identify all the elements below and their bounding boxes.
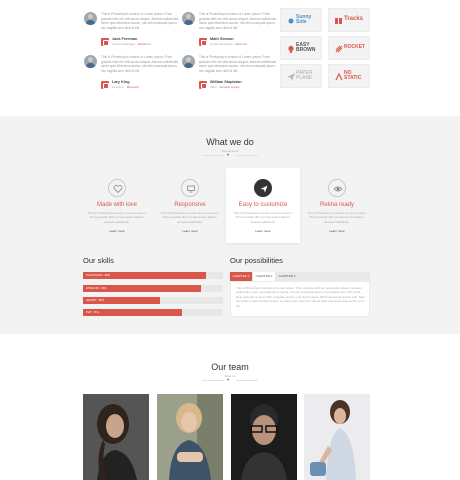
avatar	[182, 12, 195, 25]
skill-bar: JQUERY - 55%	[83, 297, 223, 304]
skill-label: PHP - 71%	[86, 311, 99, 314]
heart-icon: ♥	[227, 377, 230, 382]
service-desc: This is Photoshop's version of Lorem Ips…	[233, 211, 293, 224]
testimonial-role: Designer · Microsoft	[112, 85, 139, 89]
service-desc: This is Photoshop's version of Lorem Ips…	[87, 211, 147, 224]
client-logo-no-static[interactable]: NO STATIC	[328, 64, 370, 88]
avatar	[84, 55, 97, 68]
monitor-icon	[181, 179, 199, 197]
tab-chapter-1[interactable]: CHAPTER 1	[230, 272, 252, 281]
testimonial-role: Ocean Marketpie · Ease Tel	[210, 42, 247, 46]
skills-title: Our skills	[83, 256, 114, 265]
paper-plane-icon	[254, 179, 272, 197]
person-icon	[101, 38, 109, 46]
logo-text: BROWN	[296, 47, 316, 54]
tracks-icon	[335, 18, 342, 24]
heart-icon: ♥	[227, 152, 230, 157]
learn-more-link[interactable]: Learn more	[80, 229, 154, 233]
testimonial-role: General Manager · Model Co	[112, 42, 151, 46]
testimonial-quote: This is Photoshop's version of Lorem Ips…	[101, 12, 179, 30]
logo-text: STATIC	[344, 75, 362, 82]
section-subtitle: Our services	[221, 149, 239, 153]
learn-more-link[interactable]: Learn more	[153, 229, 227, 233]
bulb-icon	[288, 45, 294, 53]
skill-bar: HTML/CSS - 84%	[83, 285, 223, 292]
service-title: Responsive	[174, 202, 206, 208]
testimonial-name: William Stapleton	[210, 80, 242, 84]
client-logo-sunny-side[interactable]: Sunny Side	[280, 8, 322, 32]
service-title: Easy to customize	[238, 202, 288, 208]
service-title: Made with love	[96, 202, 138, 208]
skill-label: HTML/CSS - 84%	[86, 287, 107, 290]
testimonial-name: Math Simson	[210, 37, 234, 41]
tab-chapter-2[interactable]: CHAPTER 2	[253, 272, 275, 281]
logo-text: PLANE	[296, 75, 313, 82]
team-member-photo[interactable]	[304, 394, 370, 480]
eye-icon	[328, 179, 346, 197]
logo-text: ROCKET	[344, 44, 366, 50]
skill-bar: PHP - 71%	[83, 309, 223, 316]
service-easy-to-customize[interactable]: Easy to customize This is Photoshop's ve…	[226, 168, 300, 243]
tab-content-text: This is Photoshop's version of Lorem Ips…	[236, 286, 366, 308]
service-desc: This is Photoshop's version of Lorem Ips…	[160, 211, 220, 224]
sun-icon	[288, 18, 294, 24]
team-member-photo[interactable]	[157, 394, 223, 480]
client-logo-paper-plane[interactable]: PAPER PLANE	[280, 64, 322, 88]
person-icon	[199, 81, 207, 89]
client-logo-rocket[interactable]: ROCKET	[328, 36, 370, 60]
testimonial-name: Jack Freeman	[112, 37, 138, 41]
service-title: Retina ready	[319, 202, 355, 208]
no-static-icon	[335, 73, 343, 81]
rocket-icon	[335, 45, 343, 53]
service-retina-ready[interactable]: Retina ready This is Photoshop's version…	[300, 168, 374, 243]
heart-divider: ♥	[200, 377, 260, 383]
client-logo-easy-brown[interactable]: EASY BROWN	[280, 36, 322, 60]
possibilities-title: Our possibilities	[230, 256, 283, 265]
possibilities-tabs: CHAPTER 1 CHAPTER 2 CHAPTER 3	[230, 272, 370, 281]
heart-icon	[108, 179, 126, 197]
avatar	[182, 55, 195, 68]
skill-bar: PHOTOSHOP - 88%	[83, 272, 223, 279]
section-title: What we do	[206, 137, 254, 147]
team-member-photo[interactable]	[231, 394, 297, 480]
paper-plane-icon	[287, 73, 295, 81]
testimonial-name: Lary King	[112, 80, 130, 84]
learn-more-link[interactable]: Learn more	[226, 229, 300, 233]
service-made-with-love[interactable]: Made with love This is Photoshop's versi…	[80, 168, 154, 243]
avatar	[84, 12, 97, 25]
team-subtitle: Meet us	[224, 374, 236, 378]
testimonial-quote: This is Photoshop's version of Lorem Ips…	[101, 55, 179, 73]
testimonial-role: CEO · General Logics	[210, 85, 240, 89]
tab-chapter-3[interactable]: CHAPTER 3	[276, 272, 298, 281]
service-desc: This is Photoshop's version of Lorem Ips…	[307, 211, 367, 224]
learn-more-link[interactable]: Learn more	[300, 229, 374, 233]
logo-text: Side	[296, 19, 307, 26]
client-logo-tracks[interactable]: Tracks	[328, 8, 370, 32]
person-icon	[199, 38, 207, 46]
team-title: Our team	[211, 362, 249, 372]
testimonial-quote: This is Photoshop's version of Lorem Ips…	[199, 55, 277, 73]
team-member-photo[interactable]	[83, 394, 149, 480]
heart-divider: ♥	[200, 152, 260, 158]
service-responsive[interactable]: Responsive This is Photoshop's version o…	[153, 168, 227, 243]
tab-content: This is Photoshop's version of Lorem Ips…	[230, 281, 370, 317]
skill-label: JQUERY - 55%	[86, 299, 104, 302]
person-icon	[101, 81, 109, 89]
skill-label: PHOTOSHOP - 88%	[86, 274, 110, 277]
logo-text: Tracks	[344, 16, 364, 22]
testimonial-quote: This is Photoshop's version of Lorem Ips…	[199, 12, 277, 30]
